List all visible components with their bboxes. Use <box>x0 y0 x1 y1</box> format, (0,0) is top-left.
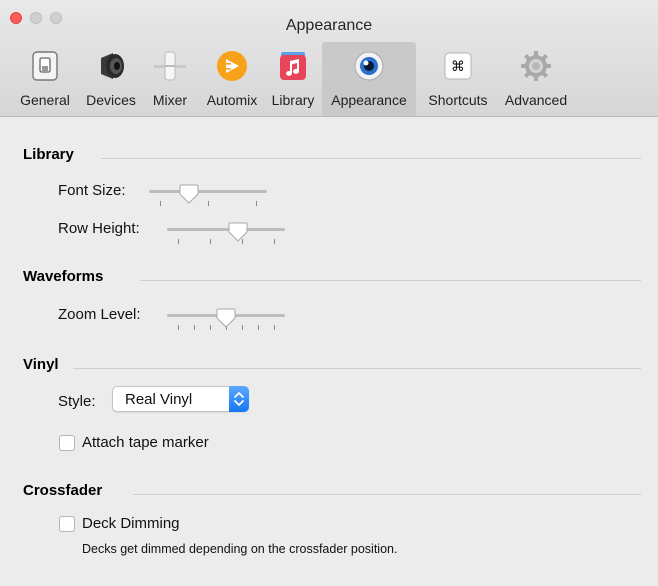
slider-tick <box>210 239 211 244</box>
command-glyph: ⌘ <box>451 59 465 75</box>
tab-library[interactable]: Library <box>266 42 320 116</box>
tab-label: Shortcuts <box>428 92 488 108</box>
slider-track[interactable] <box>149 190 267 193</box>
font-size-label: Font Size: <box>58 182 126 199</box>
tab-devices[interactable]: Devices <box>78 42 144 116</box>
zoom-level-label: Zoom Level: <box>58 306 141 323</box>
section-divider <box>101 158 641 159</box>
section-divider <box>133 494 641 495</box>
chevron-updown-icon <box>234 392 244 406</box>
style-select[interactable]: Real Vinyl <box>112 386 249 412</box>
tab-shortcuts[interactable]: ⌘ Shortcuts <box>418 42 498 116</box>
row-height-label: Row Height: <box>58 220 140 237</box>
tab-label: Appearance <box>331 92 407 108</box>
slider-tick <box>208 201 209 206</box>
tab-label: General <box>20 92 70 108</box>
zoom-level-slider[interactable] <box>167 307 285 335</box>
slider-tick <box>194 325 195 330</box>
style-select-stepper[interactable] <box>229 386 249 412</box>
slider-tick <box>178 239 179 244</box>
toolbar: Appearance General Devices Mixer Automix… <box>0 0 658 117</box>
tab-appearance[interactable]: Appearance <box>322 42 416 116</box>
slider-tick <box>274 325 275 330</box>
deck-dimming-checkbox[interactable] <box>59 516 75 532</box>
window-title: Appearance <box>285 17 373 34</box>
gear-icon <box>521 51 551 81</box>
tab-label: Devices <box>86 92 136 108</box>
slider-tick <box>178 325 179 330</box>
section-divider <box>140 280 641 281</box>
mixer-icon <box>154 51 186 81</box>
slider-tick <box>258 325 259 330</box>
slider-tick <box>274 239 275 244</box>
slider-tick <box>210 325 211 330</box>
tab-label: Advanced <box>504 92 568 108</box>
library-icon <box>280 52 306 80</box>
section-header-vinyl: Vinyl <box>23 356 59 373</box>
general-icon <box>32 51 58 81</box>
slider-thumb[interactable] <box>215 307 237 329</box>
eye-icon <box>354 51 384 81</box>
slider-tick <box>242 325 243 330</box>
preferences-window: Appearance General Devices Mixer Automix… <box>0 0 658 586</box>
automix-icon <box>217 51 247 81</box>
slider-tick <box>256 201 257 206</box>
style-label: Style: <box>58 393 96 410</box>
deck-dimming-help: Decks get dimmed depending on the crossf… <box>82 542 398 556</box>
slider-thumb[interactable] <box>178 183 200 205</box>
style-select-value: Real Vinyl <box>125 391 193 408</box>
tab-label: Mixer <box>152 92 188 108</box>
section-divider <box>73 368 641 369</box>
speaker-icon <box>101 53 124 79</box>
row-height-slider[interactable] <box>167 221 285 249</box>
attach-tape-marker-checkbox[interactable] <box>59 435 75 451</box>
slider-thumb[interactable] <box>227 221 249 243</box>
command-icon: ⌘ <box>444 52 472 80</box>
tab-general[interactable]: General <box>14 42 76 116</box>
slider-tick <box>160 201 161 206</box>
tab-mixer[interactable]: Mixer <box>144 42 196 116</box>
tab-label: Automix <box>206 92 258 108</box>
deck-dimming-label[interactable]: Deck Dimming <box>82 515 180 532</box>
tab-automix[interactable]: Automix <box>198 42 266 116</box>
tab-label: Library <box>271 92 315 108</box>
attach-tape-marker-label[interactable]: Attach tape marker <box>82 434 209 451</box>
font-size-slider[interactable] <box>149 183 267 211</box>
tab-advanced[interactable]: Advanced <box>500 42 572 116</box>
section-header-library: Library <box>23 146 74 163</box>
slider-track[interactable] <box>167 228 285 231</box>
section-header-crossfader: Crossfader <box>23 482 103 499</box>
section-header-waveforms: Waveforms <box>23 268 104 285</box>
